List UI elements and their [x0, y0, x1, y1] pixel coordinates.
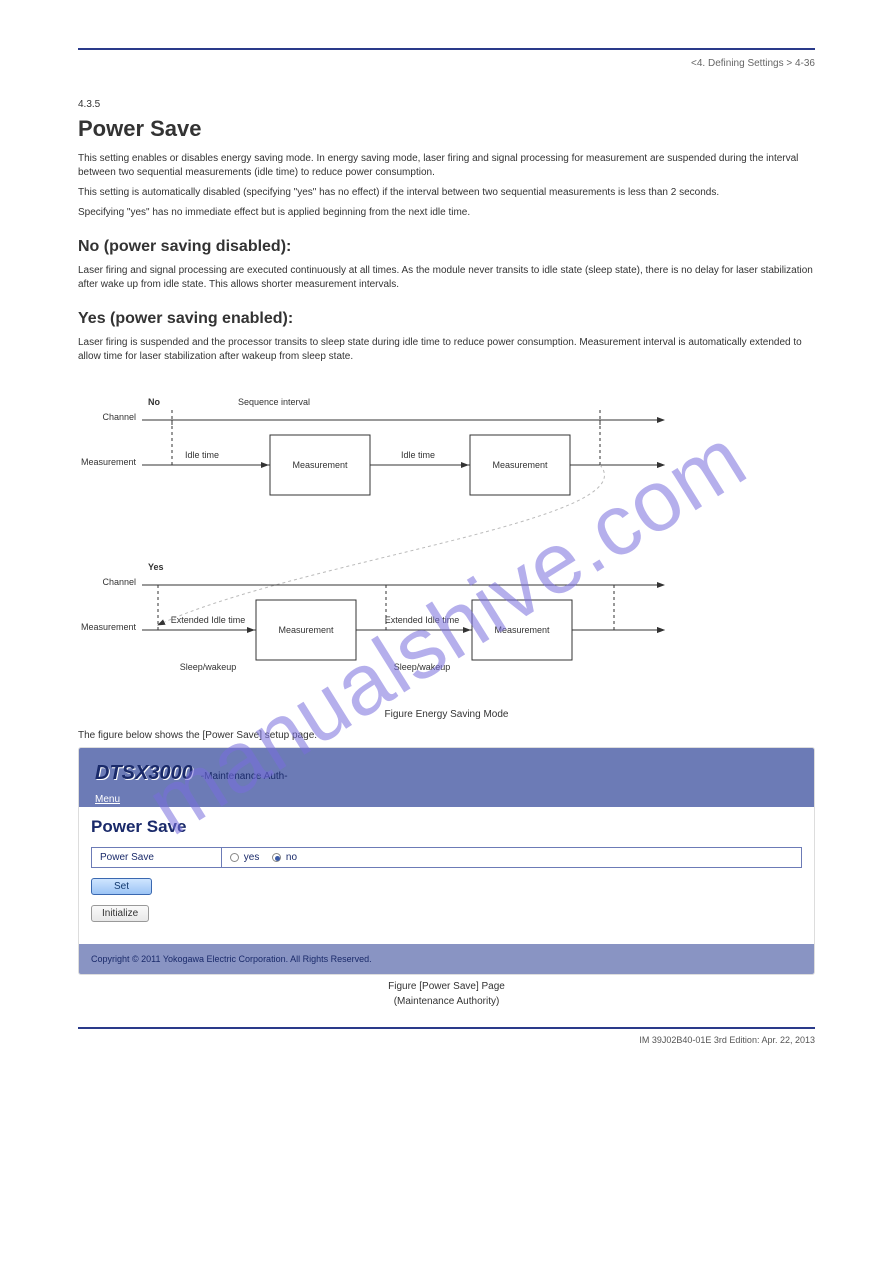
timing-diagram: No Sequence interval Channel Measurement… [78, 370, 815, 703]
menu-link[interactable]: Menu [95, 794, 120, 805]
screenshot-footer: Copyright © 2011 Yokogawa Electric Corpo… [79, 944, 814, 974]
svg-text:Measurement: Measurement [292, 460, 348, 470]
svg-text:Sleep/wakeup: Sleep/wakeup [180, 662, 237, 672]
paragraph: Specifying "yes" has no immediate effect… [78, 206, 815, 220]
radio-no-label: no [286, 852, 297, 863]
paragraph: This setting enables or disables energy … [78, 152, 815, 180]
radio-yes[interactable] [230, 853, 239, 862]
radio-no[interactable] [272, 853, 281, 862]
svg-text:Channel: Channel [102, 577, 136, 587]
svg-text:Extended Idle time: Extended Idle time [385, 615, 460, 625]
figure-caption-2: Figure [Power Save] Page [78, 981, 815, 992]
svg-text:Sleep/wakeup: Sleep/wakeup [394, 662, 451, 672]
svg-text:Idle time: Idle time [401, 450, 435, 460]
figure-caption-2-sub: (Maintenance Authority) [78, 996, 815, 1007]
paragraph: Laser firing and signal processing are e… [78, 264, 815, 292]
screenshot-power-save-page: DTSX3000 -Maintenance Auth- Menu Power S… [78, 747, 815, 975]
svg-text:Measurement: Measurement [492, 460, 548, 470]
app-banner: DTSX3000 -Maintenance Auth- Menu [79, 748, 814, 807]
figure-caption-1: Figure Energy Saving Mode [78, 709, 815, 720]
subheading-yes: Yes (power saving enabled): [78, 310, 815, 328]
svg-text:Measurement: Measurement [494, 625, 550, 635]
svg-text:Yes: Yes [148, 562, 164, 572]
svg-text:Measurement: Measurement [81, 622, 137, 632]
app-title: DTSX3000 [95, 762, 193, 785]
setting-label: Power Save [92, 848, 222, 868]
svg-text:No: No [148, 397, 160, 407]
radio-yes-label: yes [244, 852, 260, 863]
initialize-button[interactable]: Initialize [91, 905, 149, 922]
set-button[interactable]: Set [91, 878, 152, 895]
svg-text:Measurement: Measurement [278, 625, 334, 635]
svg-text:Channel: Channel [102, 412, 136, 422]
svg-text:Measurement: Measurement [81, 457, 137, 467]
app-subtitle: -Maintenance Auth- [201, 771, 288, 782]
svg-text:Sequence interval: Sequence interval [238, 397, 310, 407]
subheading-no: No (power saving disabled): [78, 238, 815, 256]
bottom-footer: IM 39J02B40-01E 3rd Edition: Apr. 22, 20… [78, 1035, 815, 1045]
svg-text:Extended Idle time: Extended Idle time [171, 615, 246, 625]
paragraph: Laser firing is suspended and the proces… [78, 336, 815, 364]
svg-text:Idle time: Idle time [185, 450, 219, 460]
paragraph: The figure below shows the [Power Save] … [78, 730, 815, 741]
page-title: Power Save [78, 116, 815, 142]
section-number: 4.3.5 [78, 99, 815, 110]
paragraph: This setting is automatically disabled (… [78, 186, 815, 200]
screenshot-page-heading: Power Save [91, 817, 802, 837]
page-number-header: <4. Defining Settings > 4-36 [78, 58, 815, 69]
